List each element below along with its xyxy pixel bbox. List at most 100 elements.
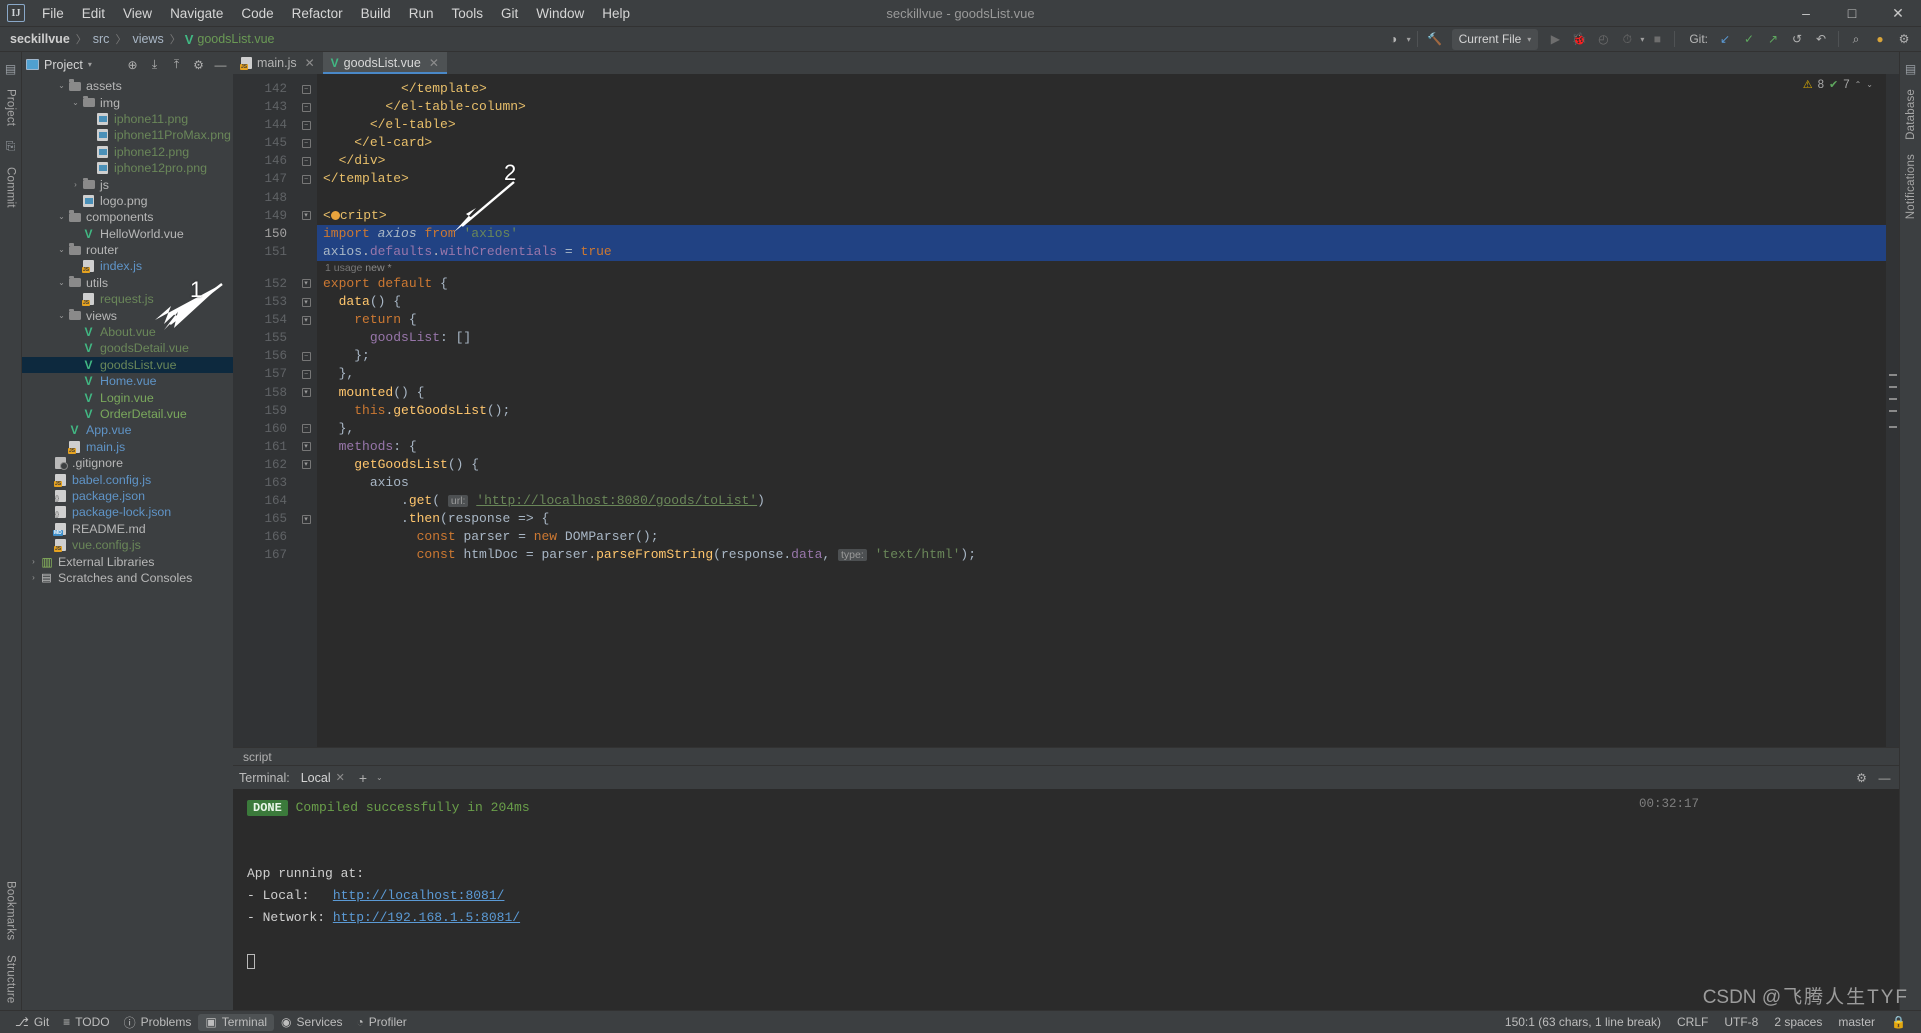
minimize-button[interactable]: – (1783, 0, 1829, 27)
project-view-chevron-icon[interactable]: ▾ (88, 60, 92, 69)
menu-git[interactable]: Git (492, 3, 527, 24)
code-line-147[interactable]: </template> (317, 170, 1886, 188)
menu-edit[interactable]: Edit (73, 3, 114, 24)
fold-collapse-icon[interactable]: − (301, 138, 311, 148)
maximize-button[interactable]: □ (1829, 0, 1875, 27)
menu-navigate[interactable]: Navigate (161, 3, 232, 24)
git-update-icon[interactable]: ↙ (1714, 29, 1736, 50)
tree-item-babel-config-js[interactable]: babel.config.js (22, 471, 233, 487)
code-line-149[interactable]: < cript> (317, 207, 1886, 225)
tree-item--gitignore[interactable]: .gitignore (22, 455, 233, 471)
fold-expand-icon[interactable]: ▾ (301, 211, 311, 221)
code-line-151[interactable]: axios.defaults.withCredentials = true (317, 242, 1886, 261)
tree-expand-arrow-icon[interactable]: ⌄ (56, 209, 67, 225)
code-line-159[interactable]: this.getGoodsList(); (317, 402, 1886, 420)
tree-expand-arrow-icon[interactable]: ⌄ (56, 242, 67, 258)
code-line-152[interactable]: export default { (317, 275, 1886, 293)
git-history-icon[interactable]: ↺ (1786, 29, 1808, 50)
git-push-icon[interactable]: ↗ (1762, 29, 1784, 50)
tree-expand-arrow-icon[interactable]: ⌄ (70, 95, 81, 111)
tree-item-app-vue[interactable]: V App.vue (22, 422, 233, 438)
caret-position[interactable]: 150:1 (63 chars, 1 line break) (1498, 1015, 1668, 1029)
tree-item-package-json[interactable]: package.json (22, 488, 233, 504)
terminal-hide-icon[interactable]: — (1876, 769, 1893, 786)
fold-collapse-icon[interactable]: − (301, 156, 311, 166)
menu-file[interactable]: File (33, 3, 73, 24)
editor-tab-close-icon[interactable]: ✕ (429, 56, 439, 70)
fold-marker-145[interactable]: − (295, 134, 317, 152)
menu-refactor[interactable]: Refactor (283, 3, 352, 24)
tool-strip-project[interactable]: Project (5, 82, 17, 133)
menu-tools[interactable]: Tools (442, 3, 492, 24)
tree-item-about-vue[interactable]: V About.vue (22, 324, 233, 340)
code-folding-gutter[interactable]: − − − − − − ▾ ▾ ▾ ▾ − − ▾ − ▾ ▾ ▾ (295, 74, 317, 747)
project-tree[interactable]: ⌄ assets ⌄ img iphone11.png iphone11ProMax.pn… (22, 77, 233, 1010)
git-branch[interactable]: master (1831, 1015, 1882, 1029)
code-line-143[interactable]: </el-table-column> (317, 98, 1886, 116)
code-line-158[interactable]: mounted() { (317, 384, 1886, 402)
database-strip-icon[interactable]: ▤ (1905, 62, 1916, 76)
breadcrumb-file[interactable]: goodsList.vue (195, 32, 276, 46)
menu-build[interactable]: Build (352, 3, 400, 24)
tree-item-utils[interactable]: ⌄ utils (22, 275, 233, 291)
project-settings-gear-icon[interactable]: ⚙ (190, 56, 207, 73)
fold-marker-156[interactable]: − (295, 347, 317, 365)
menu-code[interactable]: Code (232, 3, 282, 24)
git-commit-icon[interactable]: ✓ (1738, 29, 1760, 50)
fold-collapse-icon[interactable]: − (301, 102, 311, 112)
tree-expand-arrow-icon[interactable]: ⌄ (56, 275, 67, 291)
code-line-162[interactable]: getGoodsList() { (317, 456, 1886, 474)
fold-marker-153[interactable]: ▾ (295, 293, 317, 311)
collapse-all-icon[interactable]: ⤒ (168, 56, 185, 73)
code-line-163[interactable]: axios (317, 474, 1886, 492)
fold-expand-icon[interactable]: ▾ (301, 297, 311, 307)
terminal-tab-close-icon[interactable]: ✕ (336, 771, 345, 784)
tool-strip-notifications[interactable]: Notifications (1905, 147, 1917, 226)
editor-tabs[interactable]: main.js ✕ VgoodsList.vue ✕ (233, 52, 1899, 74)
fold-marker-157[interactable]: − (295, 365, 317, 383)
stop-button-icon[interactable]: ■ (1646, 29, 1668, 50)
inspection-down-icon[interactable]: ⌄ (1866, 80, 1873, 89)
fold-marker-165[interactable]: ▾ (295, 510, 317, 528)
tree-item-request-js[interactable]: request.js (22, 291, 233, 307)
expand-all-icon[interactable]: ⤓ (146, 56, 163, 73)
fold-marker-142[interactable]: − (295, 80, 317, 98)
file-encoding[interactable]: UTF-8 (1717, 1015, 1765, 1029)
tree-expand-arrow-icon[interactable]: › (28, 570, 39, 586)
tree-item-iphone11-png[interactable]: iphone11.png (22, 111, 233, 127)
close-button[interactable]: ✕ (1875, 0, 1921, 27)
tree-item-router[interactable]: ⌄ router (22, 242, 233, 258)
fold-expand-icon[interactable]: ▾ (301, 460, 311, 470)
terminal-prompt-caret[interactable] (247, 951, 1899, 973)
fold-collapse-icon[interactable]: − (301, 424, 311, 434)
editor-tab-goodslist-vue[interactable]: VgoodsList.vue ✕ (322, 52, 448, 74)
tree-expand-arrow-icon[interactable]: › (28, 554, 39, 570)
local-url-link[interactable]: http://localhost:8081/ (333, 888, 505, 903)
fold-collapse-icon[interactable]: − (301, 120, 311, 130)
code-editor[interactable]: 142 143 144 145 146 147 148 149 150 151 152 153 154… (233, 74, 1899, 747)
code-line-148[interactable] (317, 189, 1886, 207)
fold-collapse-icon[interactable]: − (301, 351, 311, 361)
menu-run[interactable]: Run (400, 3, 443, 24)
fold-marker-154[interactable]: ▾ (295, 311, 317, 329)
coverage-button-icon[interactable]: ◴ (1592, 29, 1614, 50)
tree-item-goodsdetail-vue[interactable]: VgoodsDetail.vue (22, 340, 233, 356)
tree-item-scratches-and-consoles[interactable]: › ▤ Scratches and Consoles (22, 570, 233, 586)
tree-item-assets[interactable]: ⌄ assets (22, 78, 233, 94)
profile-selector-icon[interactable]: ◑ (1383, 29, 1405, 50)
hide-panel-icon[interactable]: — (212, 56, 229, 73)
tree-item-iphone11promax-png[interactable]: iphone11ProMax.png (22, 127, 233, 143)
fold-marker-160[interactable]: − (295, 420, 317, 438)
menu-view[interactable]: View (114, 3, 161, 24)
code-line-166[interactable]: const parser = new DOMParser(); (317, 528, 1886, 546)
editor-tab-main-js[interactable]: main.js ✕ (233, 52, 323, 74)
run-configuration-selector[interactable]: Current File ▾ (1451, 28, 1539, 50)
project-strip-icon[interactable]: ▤ (5, 62, 16, 76)
fold-marker-149[interactable]: ▾ (295, 207, 317, 225)
fold-marker-143[interactable]: − (295, 98, 317, 116)
code-line-142[interactable]: </template> (317, 80, 1886, 98)
code-line-156[interactable]: }; (317, 347, 1886, 365)
breadcrumb-views[interactable]: views (130, 32, 165, 46)
network-url-link[interactable]: http://192.168.1.5:8081/ (333, 910, 520, 925)
code-line-165[interactable]: .then(response => { (317, 510, 1886, 528)
